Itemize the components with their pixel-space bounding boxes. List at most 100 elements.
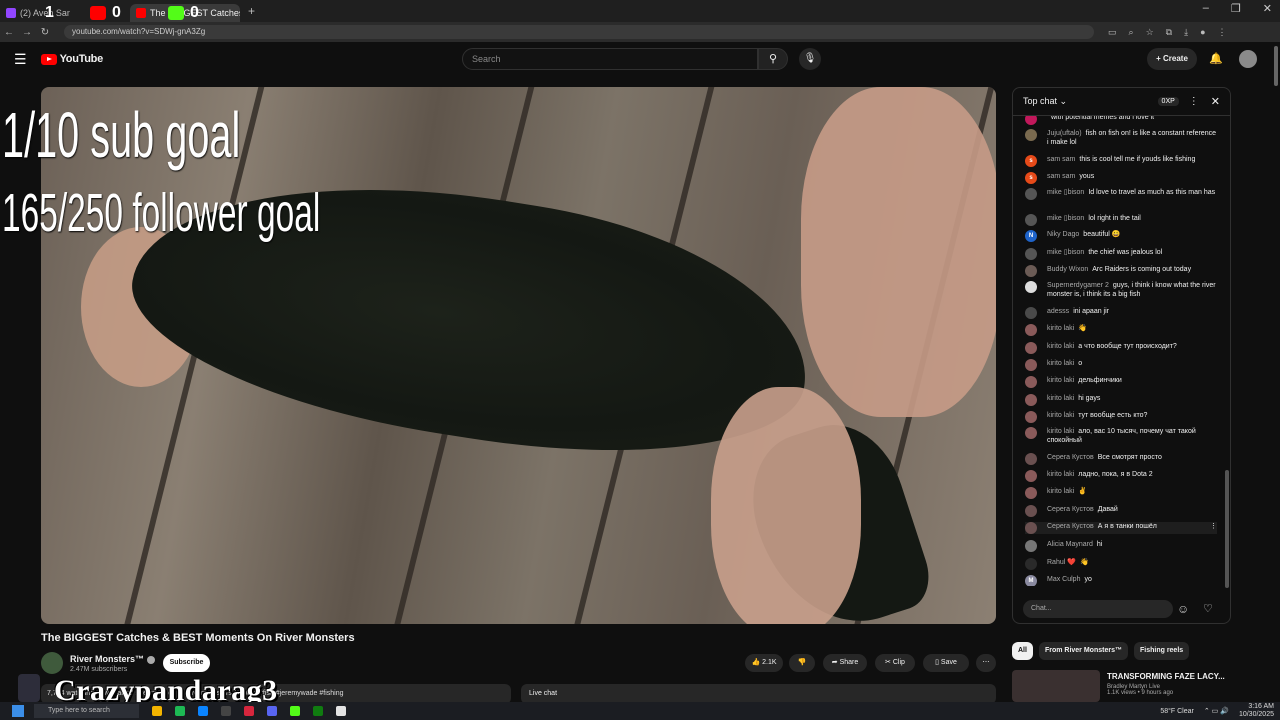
chat-avatar[interactable]	[1025, 359, 1037, 371]
chip-from-river-monsters[interactable]: From River Monsters™	[1038, 642, 1128, 660]
edge-icon[interactable]	[198, 706, 208, 716]
chat-message[interactable]: kirito laki о	[1025, 359, 1217, 371]
zoom-icon[interactable]: ⌕	[1129, 27, 1134, 38]
message-menu-icon[interactable]: ⋮	[1210, 522, 1217, 534]
chat-avatar[interactable]	[1025, 129, 1037, 141]
chat-avatar[interactable]: M	[1025, 575, 1037, 586]
chat-message[interactable]: kirito laki а что вообще тут происходит?	[1025, 342, 1217, 354]
dislike-button[interactable]: 👎	[789, 654, 815, 672]
forward-icon[interactable]: →	[18, 27, 36, 38]
top-chat-dropdown[interactable]: Top chat ⌄	[1023, 96, 1067, 107]
chat-avatar[interactable]	[1025, 281, 1037, 293]
chat-author[interactable]: kirito laki	[1047, 343, 1074, 350]
more-actions-button[interactable]: ⋯	[976, 654, 996, 672]
extensions-icon[interactable]: ⧉	[1166, 27, 1172, 38]
video-thumbnail[interactable]	[1012, 670, 1100, 702]
url-field[interactable]: youtube.com/watch?v=SDWj-gnA3Zg	[64, 25, 1094, 39]
cast-icon[interactable]: ▭	[1108, 27, 1117, 38]
account-avatar[interactable]	[1239, 50, 1257, 68]
chat-avatar[interactable]	[1025, 265, 1037, 277]
chat-author[interactable]: Max Culph	[1047, 576, 1080, 583]
recommended-video[interactable]: TRANSFORMING FAZE LACY... Bradley Martyn…	[1012, 670, 1230, 702]
chat-author[interactable]: kirito laki	[1047, 325, 1074, 332]
chat-avatar[interactable]	[1025, 487, 1037, 499]
chat-avatar[interactable]: N	[1025, 230, 1037, 242]
chat-author[interactable]: Niky Dago	[1047, 231, 1079, 238]
chat-message[interactable]: kirito laki ало, вас 10 тысяч, почему чат…	[1025, 427, 1217, 445]
downloads-icon[interactable]: ⤓	[1184, 27, 1188, 38]
chat-avatar[interactable]	[1025, 505, 1037, 517]
chat-author[interactable]: kirito laki	[1047, 488, 1074, 495]
chat-author[interactable]: mike ▯bison	[1047, 189, 1084, 196]
search-button[interactable]: ⚲	[758, 48, 788, 70]
channel-avatar[interactable]	[41, 652, 63, 674]
chat-message[interactable]: Серега Кустов Все смотрят просто	[1025, 453, 1217, 465]
chat-message[interactable]: M Max Culph yo	[1025, 575, 1217, 586]
chat-author[interactable]: kirito laki	[1047, 377, 1074, 384]
chat-author[interactable]: Supernerdygamer 2	[1047, 282, 1109, 289]
clip-button[interactable]: ✂ Clip	[875, 654, 915, 672]
tray-icons[interactable]: ⌃ ▭ 🔊	[1204, 707, 1229, 715]
chat-author[interactable]: Alicia Maynard	[1047, 541, 1093, 548]
voice-search-button[interactable]: 🎙	[799, 48, 821, 70]
chat-avatar[interactable]	[1025, 470, 1037, 482]
kick-app-icon[interactable]	[290, 706, 300, 716]
weather-status[interactable]: 58°F Clear	[1160, 708, 1194, 715]
new-tab-button[interactable]: +	[248, 4, 255, 18]
save-button[interactable]: ▯ Save	[923, 654, 969, 672]
clock[interactable]: 3:16 AM 10/30/2025	[1239, 703, 1274, 719]
chat-message[interactable]: mike ▯bison Id love to travel as much as …	[1025, 188, 1217, 200]
bookmark-star-icon[interactable]: ☆	[1146, 27, 1154, 38]
close-window-icon[interactable]: ✕	[1263, 2, 1272, 15]
chat-avatar[interactable]	[1025, 411, 1037, 423]
close-chat-icon[interactable]: ✕	[1211, 95, 1220, 108]
chat-avatar[interactable]	[1025, 342, 1037, 354]
chat-avatar[interactable]: s	[1025, 155, 1037, 167]
chat-author[interactable]: kirito laki	[1047, 395, 1074, 402]
chat-author[interactable]: mike ▯bison	[1047, 249, 1084, 256]
maximize-icon[interactable]: ❐	[1231, 2, 1241, 15]
chat-avatar[interactable]	[1025, 376, 1037, 388]
chat-author[interactable]: kirito laki	[1047, 428, 1074, 435]
chip-fishing-reels[interactable]: Fishing reels	[1133, 642, 1190, 660]
hamburger-menu-icon[interactable]: ☰	[14, 51, 27, 68]
xp-badge[interactable]: 0XP	[1157, 97, 1179, 106]
share-button[interactable]: ➦ Share	[823, 654, 867, 672]
chat-author[interactable]: Buddy Wixon	[1047, 266, 1088, 273]
chrome-icon[interactable]	[336, 706, 346, 716]
chat-message[interactable]: Supernerdygamer 2 guys, i think i know wh…	[1025, 281, 1217, 299]
windows-start-icon[interactable]	[12, 705, 24, 717]
browser-tab-twitch[interactable]: (2) Aven Sanctuary - Twit	[0, 4, 70, 22]
obs-icon[interactable]	[221, 706, 231, 716]
profile-icon[interactable]: ●	[1200, 27, 1205, 38]
minimize-icon[interactable]: –	[1203, 2, 1209, 15]
chat-avatar[interactable]	[1025, 558, 1037, 570]
chip-all[interactable]: All	[1012, 642, 1033, 660]
chat-author[interactable]: kirito laki	[1047, 471, 1074, 478]
emoji-icon[interactable]: ☺	[1177, 602, 1189, 616]
search-input[interactable]: Search	[462, 48, 758, 70]
chat-message[interactable]: s sam sam yous	[1025, 172, 1217, 184]
chat-message[interactable]: kirito laki hi gays	[1025, 394, 1217, 406]
browser-menu-icon[interactable]: ⋮	[1218, 27, 1227, 38]
chat-author[interactable]: kirito laki	[1047, 412, 1074, 419]
chat-author[interactable]: adesss	[1047, 308, 1069, 315]
chat-avatar[interactable]	[1025, 427, 1037, 439]
chat-avatar[interactable]	[1025, 214, 1037, 226]
chat-avatar[interactable]	[1025, 522, 1037, 534]
chat-message[interactable]: N Niky Dago beautiful 😀	[1025, 230, 1217, 242]
heart-icon[interactable]: ♡	[1203, 602, 1213, 615]
chat-message[interactable]: mike ▯bison the chief was jealous lol	[1025, 248, 1217, 260]
notifications-bell-icon[interactable]: 🔔	[1209, 52, 1223, 65]
xbox-icon[interactable]	[313, 706, 323, 716]
chat-message[interactable]: Серега Кустов Давай	[1025, 505, 1217, 517]
chat-avatar[interactable]: s	[1025, 172, 1037, 184]
chat-author[interactable]: Серега Кустов	[1047, 523, 1094, 530]
spotify-icon[interactable]	[175, 706, 185, 716]
chat-author[interactable]: Серега Кустов	[1047, 454, 1094, 461]
chat-avatar[interactable]	[1025, 307, 1037, 319]
chat-scrollbar[interactable]	[1225, 470, 1229, 588]
page-scrollbar-thumb[interactable]	[1274, 46, 1278, 86]
chat-author[interactable]: Rahul ❤️	[1047, 559, 1076, 566]
chat-avatar[interactable]	[1025, 324, 1037, 336]
